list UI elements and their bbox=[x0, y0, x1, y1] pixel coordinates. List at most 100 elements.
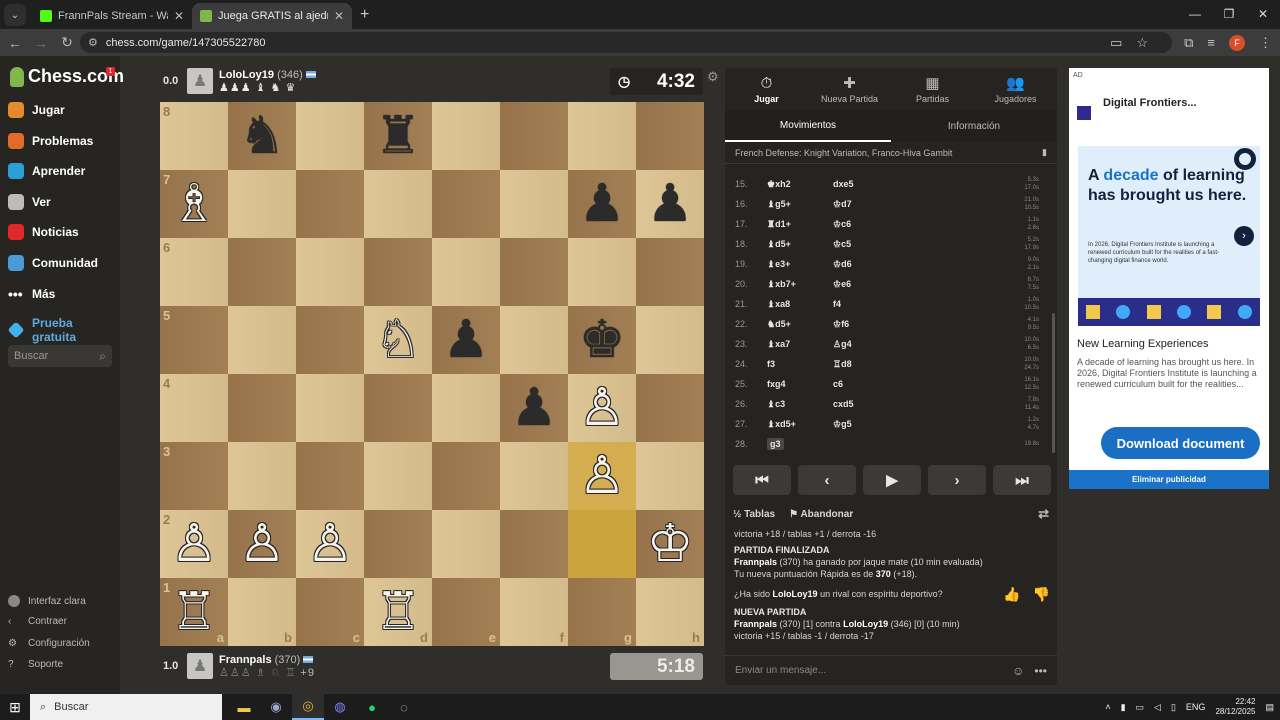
white-move[interactable]: ♝g5+ bbox=[767, 199, 833, 210]
bookmark-star-icon[interactable]: ☆ bbox=[1136, 35, 1148, 51]
black-move[interactable]: ♔d6 bbox=[833, 259, 899, 270]
square-g2[interactable] bbox=[568, 510, 636, 578]
white-move[interactable]: ♜d1+ bbox=[767, 219, 833, 230]
square-f3[interactable] bbox=[500, 442, 568, 510]
square-b5[interactable] bbox=[228, 306, 296, 374]
draw-button[interactable]: ½ Tablas bbox=[733, 509, 775, 520]
close-tab-icon[interactable]: ✕ bbox=[334, 9, 344, 23]
tab-jugadores[interactable]: 👥 Jugadores bbox=[974, 68, 1057, 110]
sidebar-item-prueba-gratuita[interactable]: Prueba gratuita bbox=[7, 316, 120, 344]
square-a1[interactable]: 1 a ♖ bbox=[160, 578, 228, 646]
ad-brand[interactable]: Digital Frontiers... bbox=[1103, 96, 1223, 110]
chess-piece[interactable]: ♗ bbox=[171, 178, 218, 230]
square-c4[interactable] bbox=[296, 374, 364, 442]
square-h7[interactable]: ♟ bbox=[636, 170, 704, 238]
square-b7[interactable] bbox=[228, 170, 296, 238]
site-info-icon[interactable]: ⚙ bbox=[88, 36, 98, 49]
chess-piece[interactable]: ♞ bbox=[239, 110, 286, 162]
board-settings-gear-icon[interactable]: ⚙ bbox=[707, 69, 719, 85]
opponent-name[interactable]: LoloLoy19 bbox=[773, 589, 818, 599]
language-indicator[interactable]: ENG bbox=[1186, 702, 1206, 712]
steam-icon[interactable]: ◉ bbox=[260, 694, 292, 720]
square-b2[interactable]: ♙ bbox=[228, 510, 296, 578]
sidebar-item-problemas[interactable]: Problemas bbox=[8, 133, 93, 149]
white-move[interactable]: g3 bbox=[767, 438, 833, 450]
first-move-button[interactable]: ⏮ bbox=[733, 465, 791, 495]
square-e8[interactable] bbox=[432, 102, 500, 170]
black-move[interactable]: f4 bbox=[833, 299, 899, 309]
square-a5[interactable]: 5 bbox=[160, 306, 228, 374]
sidebar-search-input[interactable]: Buscar ⌕ bbox=[8, 345, 112, 367]
rematch-icon[interactable]: ⇄ bbox=[1038, 506, 1049, 522]
square-h4[interactable] bbox=[636, 374, 704, 442]
chess-piece[interactable]: ♖ bbox=[171, 586, 218, 638]
white-move[interactable]: ♞d5+ bbox=[767, 319, 833, 330]
sidebar-item-noticias[interactable]: Noticias bbox=[8, 224, 79, 240]
last-move-button[interactable]: ⏭ bbox=[993, 465, 1051, 495]
tab-chess[interactable]: Juega GRATIS al ajedrez online ✕ bbox=[192, 3, 352, 29]
sidebar-light-mode[interactable]: Interfaz clara bbox=[8, 595, 86, 607]
chess-piece[interactable]: ♙ bbox=[171, 518, 218, 570]
ad-image[interactable]: A decade of learning has brought us here… bbox=[1078, 146, 1260, 326]
taskbar-search[interactable]: ⌕ Buscar bbox=[30, 694, 222, 720]
restore-icon[interactable]: ❐ bbox=[1212, 0, 1246, 28]
square-f2[interactable] bbox=[500, 510, 568, 578]
tab-frannpals-stream[interactable]: FrannPals Stream - Watch Live o ✕ bbox=[32, 3, 192, 29]
chess-board[interactable]: 8 ♞ ♜ 7 ♗ ♟ ♟ 6 5 ♘ ♟ ♚ 4 ♟ ♙ 3 ♙ 2 ♙ ♙ ♙ ♔ 1 a ♖ b c d ♖ e f g h bbox=[160, 102, 704, 646]
sidebar-support[interactable]: ? Soporte bbox=[8, 659, 63, 670]
black-move[interactable]: c6 bbox=[833, 379, 899, 389]
minimize-icon[interactable]: — bbox=[1178, 0, 1212, 28]
square-d1[interactable]: d ♖ bbox=[364, 578, 432, 646]
chess-piece[interactable]: ♟ bbox=[647, 178, 694, 230]
white-move[interactable]: ♝c3 bbox=[767, 399, 833, 410]
file-explorer-icon[interactable]: ▬ bbox=[228, 694, 260, 720]
next-move-button[interactable]: › bbox=[928, 465, 986, 495]
close-tab-icon[interactable]: ✕ bbox=[174, 9, 184, 23]
tab-movimientos[interactable]: Movimientos bbox=[725, 110, 891, 142]
square-d4[interactable] bbox=[364, 374, 432, 442]
black-move[interactable]: ♔c6 bbox=[833, 219, 899, 230]
chess-piece[interactable]: ♖ bbox=[375, 586, 422, 638]
chess-piece[interactable]: ♙ bbox=[579, 450, 626, 502]
square-b3[interactable] bbox=[228, 442, 296, 510]
white-move[interactable]: ♝xa7 bbox=[767, 339, 833, 350]
square-a3[interactable]: 3 bbox=[160, 442, 228, 510]
square-h2[interactable]: ♔ bbox=[636, 510, 704, 578]
square-c2[interactable]: ♙ bbox=[296, 510, 364, 578]
player-a[interactable]: Frannpals bbox=[734, 619, 777, 629]
square-g6[interactable] bbox=[568, 238, 636, 306]
black-move[interactable]: cxd5 bbox=[833, 399, 899, 409]
chess-piece[interactable]: ♘ bbox=[375, 314, 422, 366]
square-f5[interactable] bbox=[500, 306, 568, 374]
white-move[interactable]: ♝d5+ bbox=[767, 239, 833, 250]
square-g8[interactable] bbox=[568, 102, 636, 170]
black-move[interactable]: ♖d8 bbox=[833, 359, 899, 370]
chess-piece[interactable]: ♙ bbox=[579, 382, 626, 434]
chevron-right-icon[interactable]: › bbox=[1234, 226, 1254, 246]
white-move[interactable]: ♝e3+ bbox=[767, 259, 833, 270]
sidebar-collapse[interactable]: ‹ Contraer bbox=[8, 616, 67, 627]
black-move[interactable]: ♔g5 bbox=[833, 419, 899, 430]
profile-avatar[interactable]: F bbox=[1229, 34, 1245, 51]
square-c8[interactable] bbox=[296, 102, 364, 170]
square-b8[interactable]: ♞ bbox=[228, 102, 296, 170]
square-a8[interactable]: 8 bbox=[160, 102, 228, 170]
square-d7[interactable] bbox=[364, 170, 432, 238]
address-bar[interactable]: ⚙ chess.com/game/147305522780 bbox=[80, 32, 1172, 53]
black-move[interactable]: ♔c5 bbox=[833, 239, 899, 250]
move-list-scrollbar[interactable] bbox=[1052, 313, 1055, 453]
square-b4[interactable] bbox=[228, 374, 296, 442]
forward-icon[interactable]: → bbox=[30, 35, 52, 51]
square-f7[interactable] bbox=[500, 170, 568, 238]
reload-icon[interactable]: ↻ bbox=[56, 34, 78, 51]
avatar[interactable]: ♟ bbox=[187, 68, 213, 94]
square-g4[interactable]: ♙ bbox=[568, 374, 636, 442]
square-g7[interactable]: ♟ bbox=[568, 170, 636, 238]
sidebar-item-jugar[interactable]: Jugar bbox=[8, 102, 65, 118]
tab-nueva-partida[interactable]: ✚ Nueva Partida bbox=[808, 68, 891, 110]
resign-button[interactable]: ⚑ Abandonar bbox=[789, 509, 853, 520]
player-name[interactable]: Frannpals (370) bbox=[219, 654, 315, 666]
play-button[interactable]: ▶ bbox=[863, 465, 921, 495]
square-h1[interactable]: h bbox=[636, 578, 704, 646]
remove-ads-button[interactable]: Eliminar publicidad bbox=[1069, 470, 1269, 489]
